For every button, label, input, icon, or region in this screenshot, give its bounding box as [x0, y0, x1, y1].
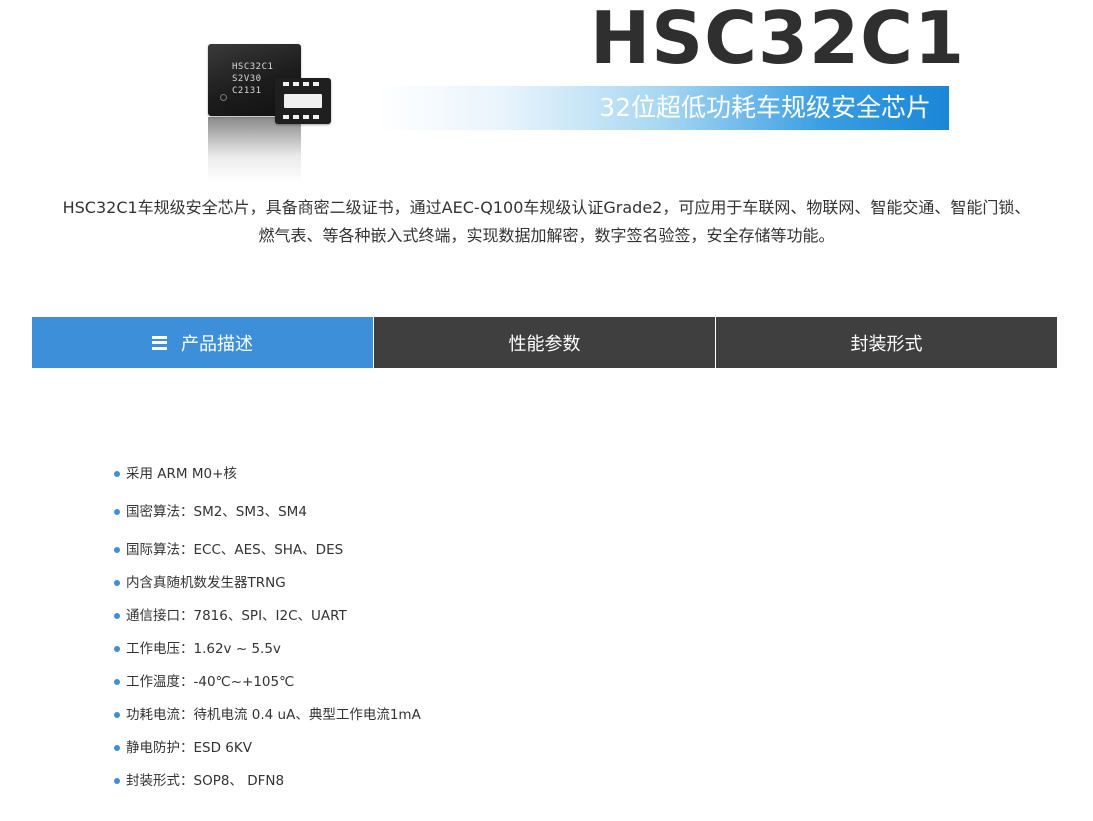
tab-performance-parameters[interactable]: 性能参数 [373, 317, 715, 368]
chip-reflection [208, 117, 301, 183]
chip-pin [293, 82, 299, 86]
chip-pin [283, 115, 289, 119]
tab-label: 产品描述 [181, 333, 253, 355]
chip-pin [303, 82, 309, 86]
chip-package-dfn [275, 78, 331, 124]
feature-item: 功耗电流：待机电流 0.4 uA、典型工作电流1mA [114, 706, 421, 724]
product-description: HSC32C1车规级安全芯片，具备商密二级证书，通过AEC-Q100车规级认证G… [0, 194, 1093, 250]
pin1-marker-icon [220, 94, 227, 101]
description-line: HSC32C1车规级安全芯片，具备商密二级证书，通过AEC-Q100车规级认证G… [62, 198, 1031, 217]
chip-pin [283, 82, 289, 86]
subtitle-banner: 32位超低功耗车规级安全芯片 [376, 86, 949, 130]
product-hero: HSC32C1 S2V30 C2131 HSC32C1 32位超低功耗车规级安全… [0, 0, 1093, 190]
feature-item: 工作温度：-40℃~+105℃ [114, 673, 294, 691]
feature-item: 静电防护：ESD 6KV [114, 739, 252, 757]
chip-marking-line3: C2131 [232, 86, 262, 96]
tab-product-description[interactable]: 产品描述 [32, 317, 373, 368]
chip-pin [313, 82, 319, 86]
tab-label: 性能参数 [508, 333, 581, 355]
chip-marking-line2: S2V30 [232, 74, 262, 84]
tab-label: 封装形式 [850, 333, 923, 355]
feature-item: 国密算法：SM2、SM3、SM4 [114, 503, 307, 521]
feature-item: 采用 ARM M0+核 [114, 465, 237, 483]
product-subtitle: 32位超低功耗车规级安全芯片 [599, 93, 931, 122]
feature-item: 封装形式：SOP8、 DFN8 [114, 772, 284, 790]
feature-item: 通信接口：7816、SPI、I2C、UART [114, 607, 347, 625]
product-title: HSC32C1 [590, 0, 966, 80]
feature-item: 内含真随机数发生器TRNG [114, 574, 286, 592]
menu-icon [152, 335, 167, 350]
thermal-pad [284, 94, 322, 108]
feature-item: 国际算法：ECC、AES、SHA、DES [114, 541, 343, 559]
feature-item: 工作电压：1.62v ~ 5.5v [114, 640, 281, 658]
chip-product-image: HSC32C1 S2V30 C2131 [208, 44, 334, 184]
description-line: 燃气表、等各种嵌入式终端，实现数据加解密，数字签名验签，安全存储等功能。 [258, 226, 835, 245]
chip-pin [293, 115, 299, 119]
tab-package-type[interactable]: 封装形式 [715, 317, 1057, 368]
chip-marking-line1: HSC32C1 [232, 62, 274, 72]
chip-pin [313, 115, 319, 119]
product-tabs: 产品描述 性能参数 封装形式 [32, 317, 1057, 368]
chip-pin [303, 115, 309, 119]
